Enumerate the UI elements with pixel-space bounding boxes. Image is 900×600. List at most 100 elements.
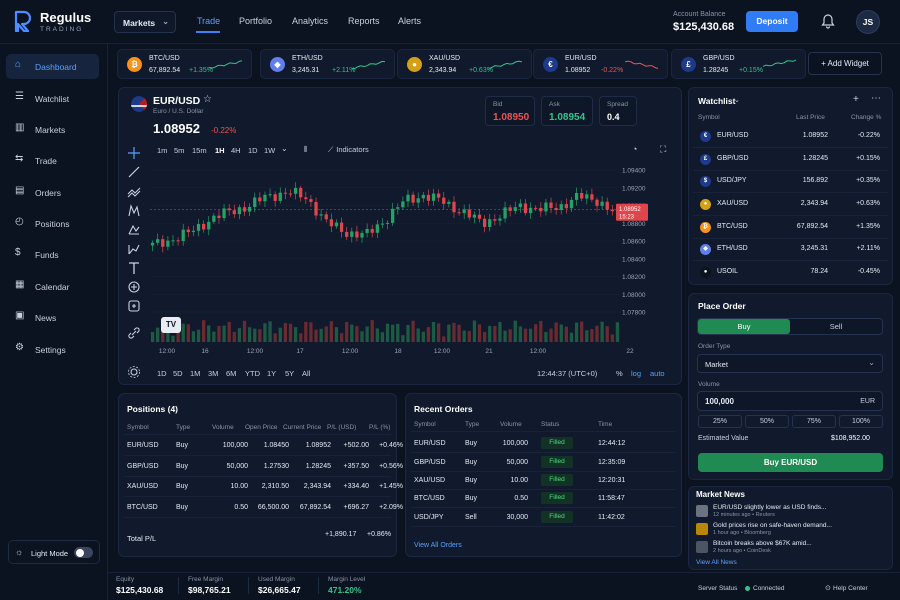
volume-bar <box>212 331 216 342</box>
timeframe-1m[interactable]: 1m <box>157 146 167 155</box>
timeframe-1h[interactable]: 1H <box>215 146 225 155</box>
add-widget-button[interactable]: + Add Widget <box>808 52 882 75</box>
chevron-down-icon[interactable]: ⌄ <box>734 96 740 104</box>
chevron-down-icon[interactable]: ⌄ <box>281 144 288 153</box>
sidebar-item-markets[interactable]: ▥ Markets <box>6 117 99 142</box>
projection-icon[interactable] <box>127 223 141 237</box>
pattern-icon[interactable] <box>127 204 141 218</box>
range-3m[interactable]: 3M <box>208 369 218 378</box>
candle-body <box>232 210 236 215</box>
watchlist-symbol: XAU/USD <box>717 200 749 207</box>
volume-input[interactable]: 100,000 EUR <box>697 391 883 411</box>
timeframe-1d[interactable]: 1D <box>248 146 258 155</box>
sparkline <box>352 60 386 69</box>
order-cell: 12:35:09 <box>598 459 626 466</box>
fullscreen-icon[interactable]: ⛶ <box>660 144 666 155</box>
sidebar-item-dashboard[interactable]: ⌂ Dashboard <box>6 54 99 79</box>
range-1m[interactable]: 1M <box>190 369 200 378</box>
watchlist-icon: ☰ <box>15 91 24 102</box>
tab-reports[interactable]: Reports <box>348 16 380 26</box>
order-cell: 12:20:31 <box>598 477 626 484</box>
news-headline[interactable]: EUR/USD slightly lower as USD finds... <box>713 504 826 511</box>
measure-icon[interactable] <box>127 242 141 256</box>
time-axis-tick: 12:00 <box>247 348 264 355</box>
view-all-orders-link[interactable]: View All Orders <box>414 542 462 549</box>
timeframe-15m[interactable]: 15m <box>192 146 207 155</box>
ticker-card[interactable]: € EUR/USD 1.08952 -0.22% <box>533 49 668 79</box>
bell-icon[interactable] <box>820 13 836 29</box>
sidebar-item-watchlist[interactable]: ☰ Watchlist <box>6 86 99 111</box>
log-scale-toggle[interactable]: log <box>631 369 641 378</box>
watchlist-column-header: Last Price <box>796 114 825 121</box>
view-all-news-link[interactable]: View All News <box>696 559 737 566</box>
candle-body <box>171 240 175 242</box>
submit-order-button[interactable]: Buy EUR/USD <box>698 453 883 472</box>
crosshair-icon[interactable] <box>127 146 141 160</box>
text-tool-icon[interactable] <box>127 261 141 275</box>
sell-tab[interactable]: Sell <box>790 319 882 334</box>
trendline-icon[interactable] <box>127 165 141 179</box>
sidebar-item-positions[interactable]: ◴ Positions <box>6 211 99 236</box>
timeframe-4h[interactable]: 4H <box>231 146 241 155</box>
news-headline[interactable]: Bitcoin breaks above $67K amid... <box>713 540 812 547</box>
preset-75-percent-button[interactable]: 75% <box>792 415 836 428</box>
volume-bar <box>482 332 487 342</box>
tab-alerts[interactable]: Alerts <box>398 16 421 26</box>
range-ytd[interactable]: YTD <box>245 369 260 378</box>
annotation-icon[interactable] <box>127 280 141 294</box>
preset-25-percent-button[interactable]: 25% <box>698 415 742 428</box>
range-5d[interactable]: 5D <box>173 369 183 378</box>
more-icon[interactable]: ⋯ <box>871 93 881 104</box>
news-headline[interactable]: Gold prices rise on safe-haven demand... <box>713 522 832 529</box>
buy-tab[interactable]: Buy <box>698 319 790 334</box>
ticker-card[interactable]: ● XAU/USD 2,343.94 +0.63% <box>397 49 532 79</box>
range-1y[interactable]: 1Y <box>267 369 276 378</box>
preset-50-percent-button[interactable]: 50% <box>745 415 789 428</box>
deposit-button[interactable]: Deposit <box>746 11 798 32</box>
ticker-card[interactable]: ₿ BTC/USD 67,892.54 +1.35% <box>117 49 252 79</box>
range-1d[interactable]: 1D <box>157 369 167 378</box>
pitchfork-icon[interactable] <box>127 185 141 199</box>
tab-portfolio[interactable]: Portfolio <box>239 16 272 26</box>
candle-type-icon[interactable]: ⫴ <box>304 145 307 155</box>
ticker-card[interactable]: ◆ ETH/USD 3,245.31 +2.11% <box>260 49 395 79</box>
light-mode-toggle[interactable]: ☼ Light Mode <box>8 540 100 564</box>
candle-body <box>314 201 318 216</box>
range-5y[interactable]: 5Y <box>285 369 294 378</box>
help-center-link[interactable]: Help Center <box>833 585 868 592</box>
add-icon[interactable]: + <box>853 94 859 105</box>
auto-scale-toggle[interactable]: auto <box>650 369 665 378</box>
tab-analytics[interactable]: Analytics <box>292 16 328 26</box>
volume-bar <box>457 324 461 342</box>
ticker-card[interactable]: £ GBP/USD 1.28245 +0.15% <box>671 49 806 79</box>
sidebar-item-orders[interactable]: ▤ Orders <box>6 180 99 205</box>
tab-trade[interactable]: Trade <box>197 16 220 26</box>
candle-body <box>574 192 579 200</box>
sidebar-item-settings[interactable]: ⚙ Settings <box>6 337 99 362</box>
candle-body <box>442 197 446 204</box>
zoom-icon[interactable] <box>127 299 141 313</box>
candlestick-chart[interactable]: 1.094001.092001.090001.088001.086001.084… <box>150 160 650 356</box>
toggle-switch[interactable] <box>74 547 93 558</box>
sidebar-item-funds[interactable]: $ Funds <box>6 242 99 267</box>
sidebar-item-trade[interactable]: ⇆ Trade <box>6 148 99 173</box>
favorite-star-icon[interactable]: ☆ <box>203 94 212 105</box>
markets-dropdown[interactable]: Markets ⌄ <box>114 11 176 33</box>
indicators-button[interactable]: ⟋ Indicators <box>328 145 369 155</box>
range-all[interactable]: All <box>302 369 310 378</box>
order-type-select[interactable]: Market ⌄ <box>697 354 883 373</box>
alert-settings-icon[interactable] <box>127 365 141 379</box>
timeframe-1w[interactable]: 1W <box>264 146 275 155</box>
avatar[interactable]: JS <box>856 10 880 34</box>
watchlist-change: +0.35% <box>856 177 880 184</box>
preset-100-percent-button[interactable]: 100% <box>839 415 883 428</box>
screenshot-icon[interactable]: ◔ <box>632 144 637 154</box>
sidebar-item-calendar[interactable]: ▦ Calendar <box>6 274 99 299</box>
link-icon[interactable] <box>127 326 141 340</box>
timeframe-5m[interactable]: 5m <box>174 146 184 155</box>
help-icon[interactable]: ⊙ <box>825 584 831 592</box>
range-6m[interactable]: 6M <box>226 369 236 378</box>
candle-body <box>288 193 293 195</box>
sidebar-item-news[interactable]: ▣ News <box>6 305 99 330</box>
percent-scale-toggle[interactable]: % <box>616 369 623 378</box>
